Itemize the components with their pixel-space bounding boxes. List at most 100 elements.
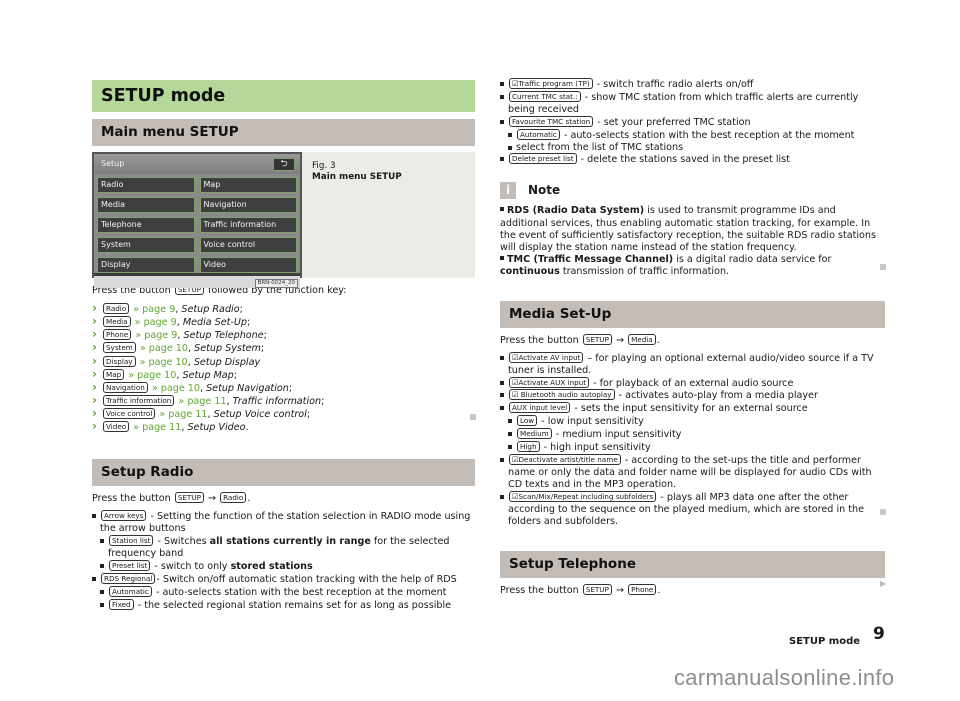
footer-section-title: SETUP mode [789, 636, 861, 647]
section-title-telephone: Setup Telephone [500, 551, 885, 579]
back-arrow-icon: ⮌ [273, 157, 295, 171]
list-item: Voice control » page 11, Setup Voice con… [92, 407, 475, 421]
item-text: - for playback of an external audio sour… [593, 377, 794, 389]
figure-title: Main menu SETUP [312, 172, 402, 182]
sub-list: Low - low input sensitivity Medium - med… [508, 415, 885, 454]
list-item: Map » page 10, Setup Map; [92, 368, 475, 382]
info-icon: i [500, 181, 516, 199]
activate-av-key: ☑Activate AV input [509, 351, 584, 363]
note-title: Note [528, 183, 561, 198]
figure-caption: Fig. 3 Main menu SETUP [302, 152, 402, 278]
bullet-icon [500, 207, 504, 212]
list-item: Preset list - switch to only stored stat… [100, 559, 475, 573]
link-target: Media Set-Up [182, 317, 248, 329]
page-link[interactable]: » page 11 [178, 396, 226, 407]
screen-key-video: Video [199, 257, 297, 273]
figure-code: BRN-0024_20 [254, 279, 298, 288]
punct: ; [263, 330, 267, 342]
screen-key-system: System [97, 237, 195, 253]
list-item: Station list - Switches all stations cur… [100, 535, 475, 560]
radio-intro: Press the button SETUP → Radio. [92, 492, 251, 505]
page-link[interactable]: » page 10 [152, 383, 200, 394]
list-item: Radio » page 9, Setup Radio; [92, 302, 475, 316]
deactivate-artist-key: ☑Deactivate artist/title name [509, 454, 621, 466]
page-link[interactable]: » page 9 [135, 330, 177, 341]
item-text: - auto-selects station with the best rec… [155, 586, 447, 598]
tmc-options-list: ☑Traffic program (TP) - switch traffic r… [500, 78, 885, 166]
page-link[interactable]: » page 11 [159, 409, 207, 420]
screen-key-media: Media [97, 197, 195, 213]
key-radio: Radio [103, 303, 130, 315]
page-link[interactable]: » page 10 [128, 370, 176, 381]
list-item: select from the list of TMC stations [508, 142, 885, 154]
item-text: - high input sensitivity [543, 442, 651, 454]
note-body: RDS (Radio Data System) is used to trans… [500, 205, 885, 278]
section-end-mark [470, 414, 476, 420]
function-key-list: Radio » page 9, Setup Radio; Media » pag… [92, 302, 475, 434]
section-title-main-menu: Main menu SETUP [92, 119, 475, 146]
note-end-mark [880, 264, 886, 270]
radio-key: Radio [220, 492, 247, 504]
page-link[interactable]: » page 9 [135, 317, 177, 328]
high-key: High [517, 441, 540, 453]
arrow-icon: → [615, 334, 625, 346]
list-item: System » page 10, Setup System; [92, 341, 475, 355]
screen-key-telephone: Telephone [97, 217, 195, 233]
section-title-setup-radio: Setup Radio [92, 459, 475, 487]
punct: ; [321, 395, 325, 407]
link-target: Setup Map [182, 369, 234, 381]
activate-aux-key: ☑Activate AUX input [509, 376, 590, 388]
sub-list: Automatic - auto-selects station with th… [508, 128, 885, 154]
key-display: Display [103, 355, 136, 367]
intro-text: Press the button [500, 334, 579, 346]
link-target: Setup System [194, 343, 261, 355]
section-title-media: Media Set-Up [500, 300, 885, 328]
sub-list: Station list - Switches all stations cur… [100, 535, 475, 573]
setup-key: SETUP [582, 584, 612, 596]
media-end-mark [880, 509, 886, 515]
page-link[interactable]: » page 9 [133, 304, 175, 315]
punct: . [657, 585, 661, 597]
item-text: - delete the stations saved in the prese… [580, 154, 790, 166]
scan-mix-repeat-key: ☑Scan/Mix/Repeat including subfolders [509, 490, 657, 502]
note-bold: TMC (Traffic Message Channel) [507, 254, 674, 266]
link-target: Setup Voice control [213, 408, 307, 420]
list-item: High - high input sensitivity [508, 441, 885, 454]
link-target: Setup Video [187, 422, 246, 434]
list-item: Favourite TMC station - set your preferr… [500, 115, 885, 154]
chapter-title: SETUP mode [92, 80, 475, 112]
list-item: Navigation » page 10, Setup Navigation; [92, 381, 475, 395]
automatic-key: Automatic [517, 128, 560, 140]
list-item: ☑ Bluetooth audio autoplay - activates a… [500, 389, 885, 402]
key-traffic-information: Traffic information [103, 394, 175, 406]
preset-list-key: Preset list [109, 559, 151, 571]
rds-regional-key: RDS Regional [101, 572, 156, 584]
list-item: Phone » page 9, Setup Telephone; [92, 328, 475, 342]
left-column: SETUP mode Main menu SETUP Setup ⮌ Radio… [92, 80, 475, 612]
sub-list: Automatic - auto-selects station with th… [100, 585, 475, 612]
list-item: Media » page 9, Media Set-Up; [92, 315, 475, 329]
media-options-list: ☑Activate AV input – for playing an opti… [500, 351, 885, 528]
screen-key-radio: Radio [97, 177, 195, 193]
list-item: Video » page 11, Setup Video. [92, 420, 475, 434]
screen-footer: BRN-0024_20 [94, 276, 300, 288]
list-item: ☑Traffic program (TP) - switch traffic r… [500, 78, 885, 91]
watermark: carmanualsonline.info [674, 665, 895, 690]
punct: . [245, 422, 249, 434]
media-intro: Press the button SETUP → Media. [500, 333, 660, 346]
item-text: - Setting the function of the station se… [100, 511, 471, 535]
item-text: - Switch on/off automatic station tracki… [156, 573, 457, 585]
page-link[interactable]: » page 11 [133, 422, 181, 433]
item-text: - switch traffic radio alerts on/off [596, 79, 754, 90]
key-system: System [103, 342, 136, 354]
page-link[interactable]: » page 10 [140, 343, 188, 354]
punct: ; [233, 369, 237, 381]
screen-title: Setup [101, 158, 125, 168]
list-item: Current TMC stat.: - show TMC station fr… [500, 90, 885, 116]
page-number: 9 [873, 624, 885, 644]
page-link[interactable]: » page 10 [140, 357, 188, 368]
link-target: Setup Radio [181, 304, 240, 316]
list-item: Medium - medium input sensitivity [508, 428, 885, 441]
phone-key: Phone [628, 584, 657, 596]
screen-key-voice: Voice control [199, 237, 297, 253]
